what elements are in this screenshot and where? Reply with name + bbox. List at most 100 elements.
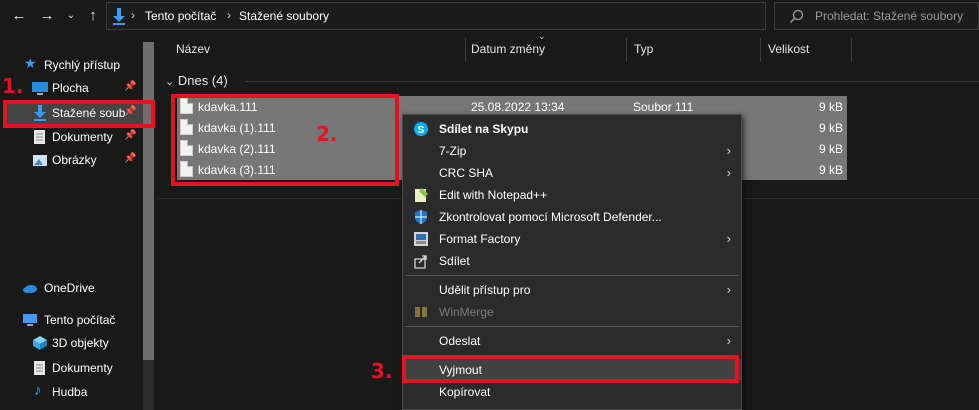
svg-text:S: S [418,125,425,136]
column-divider[interactable] [760,38,761,62]
sidebar-item-this-pc[interactable]: Tento počítač [0,309,148,331]
file-size: 9 kB [818,142,843,156]
annotation-box-files [171,94,399,186]
column-header-size[interactable]: Velikost [768,42,809,56]
annotation-step-3: 3. [371,359,393,383]
breadcrumb-downloads[interactable]: Stažené soubory [239,9,329,23]
menu-item-label: Zkontrolovat pomocí Microsoft Defender..… [439,210,662,224]
sidebar-item-label: Tento počítač [44,313,116,327]
column-header-name[interactable]: Název [176,42,210,56]
group-collapse-chevron-icon: ⌄ [165,76,175,88]
file-size: 9 kB [818,100,843,114]
submenu-chevron-icon: › [726,143,731,158]
submenu-chevron-icon: › [726,165,731,180]
sidebar-item-pictures[interactable]: Obrázky 📌 [0,149,148,171]
sidebar-item-label: OneDrive [44,281,95,295]
sidebar-item-label: 3D objekty [52,336,109,350]
menu-item-label: Edit with Notepad++ [439,188,548,202]
sidebar-item-label: Dokumenty [52,130,113,144]
skype-icon: S [414,122,428,136]
sidebar-item-3d-objects[interactable]: 3D objekty [0,332,148,354]
winmerge-icon [415,307,427,317]
sidebar-item-documents[interactable]: Dokumenty 📌 [0,126,148,148]
sidebar-item-label: Obrázky [52,153,97,167]
menu-item-share-skype[interactable]: S Sdílet na Skypu [403,118,741,140]
menu-item-send-to[interactable]: Odeslat › [403,330,741,352]
sidebar-item-onedrive[interactable]: OneDrive [0,277,148,299]
annotation-step-2: 2. [316,122,338,146]
search-input[interactable]: Prohledat: Stažené soubory [774,2,979,30]
defender-icon [415,210,427,224]
breadcrumb-this-pc[interactable]: Tento počítač [145,9,216,23]
sidebar-item-music[interactable]: ♪ Hudba [0,381,148,403]
sidebar-item-label: Rychlý přístup [44,58,121,72]
back-arrow-icon[interactable]: ← [10,6,28,26]
up-arrow-icon[interactable]: ↑ [84,6,102,26]
menu-item-label: Udělit přístup pro [439,283,531,297]
submenu-chevron-icon: › [726,282,731,297]
recent-locations-chevron-icon[interactable]: ⌄ [62,6,80,26]
share-icon [414,255,427,269]
file-type: Soubor 111 [633,100,694,114]
menu-item-label: CRC SHA [439,166,494,180]
annotation-box-downloads [3,100,155,128]
address-row: ← → ⌄ ↑ › Tento počítač › Stažené soubor… [0,0,979,33]
menu-item-7zip[interactable]: 7-Zip › [403,140,741,162]
computer-icon [23,314,37,326]
annotation-box-cut [402,355,739,383]
menu-item-notepad-plus-plus[interactable]: Edit with Notepad++ [403,184,741,206]
menu-item-label: 7-Zip [439,144,467,158]
menu-item-label: Sdílet na Skypu [439,122,529,136]
sidebar-item-pc-documents[interactable]: Dokumenty [0,357,148,379]
format-factory-icon [414,232,428,246]
column-divider[interactable] [626,38,627,62]
column-header-date[interactable]: Datum změny [471,42,545,56]
pin-icon: 📌 [124,153,137,164]
search-icon [789,9,804,24]
desktop-icon [32,82,48,95]
submenu-chevron-icon: › [726,231,731,246]
sidebar-item-label: Hudba [52,385,88,399]
menu-item-defender-scan[interactable]: Zkontrolovat pomocí Microsoft Defender..… [403,206,741,228]
menu-item-label: Odeslat [439,334,481,348]
sidebar-item-quick-access[interactable]: ★ Rychlý přístup [0,54,148,76]
music-icon: ♪ [34,382,42,399]
search-placeholder: Prohledat: Stažené soubory [815,9,964,23]
column-header-type[interactable]: Typ [634,42,653,56]
menu-item-format-factory[interactable]: Format Factory › [403,228,741,250]
sort-chevron-icon: ⌄ [538,31,546,41]
sidebar-item-label: Dokumenty [52,361,113,375]
menu-separator [405,326,739,327]
menu-item-label: Kopírovat [439,385,491,399]
onedrive-cloud-icon [23,285,37,293]
notepad-plus-plus-icon [415,188,428,202]
menu-item-label: Format Factory [439,232,521,246]
documents-icon [34,361,45,375]
sidebar-scrollbar-thumb[interactable] [143,42,154,360]
sidebar-scrollbar[interactable] [143,42,154,410]
group-header[interactable]: ⌄ Dnes (4) [165,73,228,88]
annotation-step-1: 1. [2,74,24,98]
forward-arrow-icon[interactable]: → [38,6,56,26]
documents-icon [34,130,45,144]
column-divider[interactable] [851,38,852,62]
menu-item-winmerge: WinMerge [403,301,741,323]
breadcrumb-separator: › [227,8,231,22]
file-size: 9 kB [818,163,843,177]
menu-item-copy[interactable]: Kopírovat [403,381,741,403]
pictures-icon [33,155,47,166]
menu-item-give-access[interactable]: Udělit přístup pro › [403,279,741,301]
download-folder-icon [113,8,125,25]
submenu-chevron-icon: › [726,333,731,348]
address-bar[interactable]: › Tento počítač › Stažené soubory ⌄ ↻ [106,2,857,30]
breadcrumb-separator: › [131,8,135,22]
navigation-pane: ★ Rychlý přístup Plocha 📌 Stažené soub 📌… [0,33,157,410]
menu-item-crc-sha[interactable]: CRC SHA › [403,162,741,184]
menu-item-label: WinMerge [439,305,494,319]
menu-item-label: Sdílet [439,254,470,268]
file-date: 25.08.2022 13:34 [471,100,565,114]
menu-item-share[interactable]: Sdílet [403,250,741,272]
column-divider[interactable] [465,38,466,62]
group-header-label: Dnes (4) [177,73,228,88]
menu-separator [405,275,739,276]
